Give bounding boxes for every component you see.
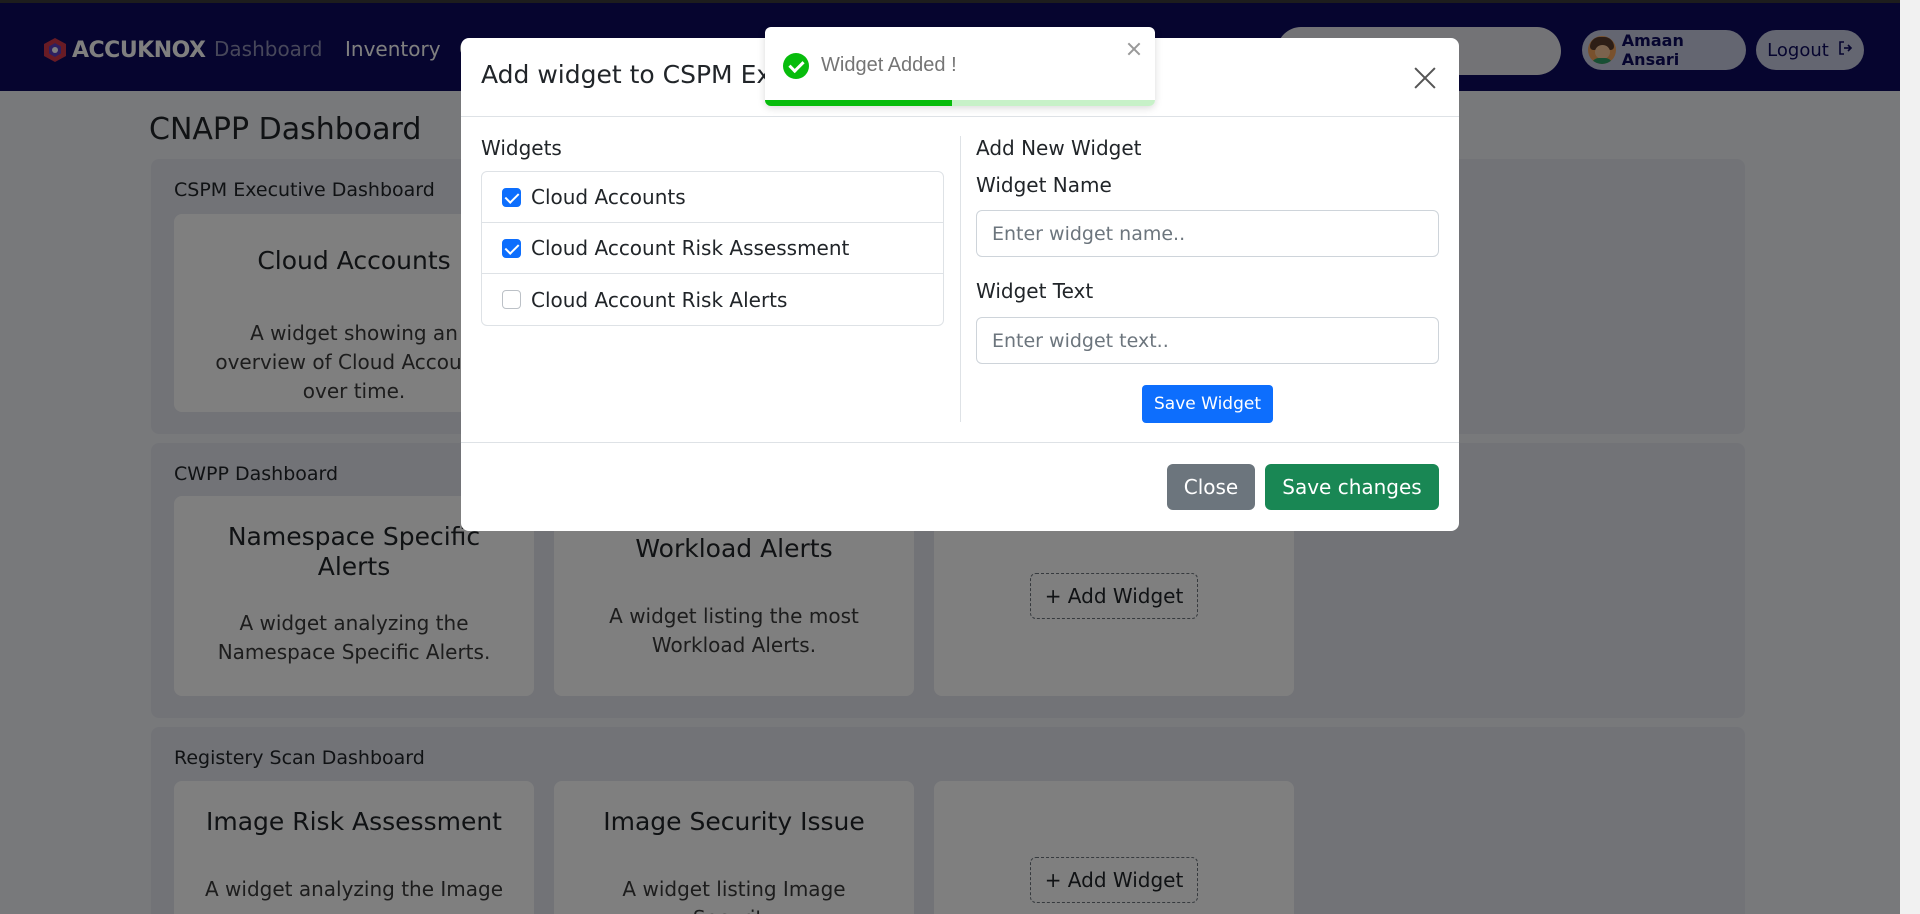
widget-checkbox-label: Cloud Account Risk Alerts xyxy=(531,287,788,312)
toast-close-icon[interactable] xyxy=(1126,41,1142,57)
widget-checkbox-label: Cloud Account Risk Assessment xyxy=(531,236,850,260)
toast-progress-bar xyxy=(765,100,953,106)
checkbox-checked-icon[interactable] xyxy=(502,187,521,207)
modal-footer: Close Save changes xyxy=(461,442,1459,531)
toast-progress-track xyxy=(765,100,1155,106)
toast-notification: Widget Added ! xyxy=(765,27,1155,106)
save-changes-button[interactable]: Save changes xyxy=(1265,464,1439,510)
checkbox-checked-icon[interactable] xyxy=(502,238,521,258)
save-widget-button[interactable]: Save Widget xyxy=(1142,385,1273,423)
page-scrollbar[interactable] xyxy=(1900,0,1920,914)
success-check-icon xyxy=(783,53,809,79)
widget-text-input[interactable] xyxy=(976,317,1439,364)
widget-checkbox-label: Cloud Accounts xyxy=(531,185,686,209)
column-divider xyxy=(960,136,961,422)
widgets-label: Widgets xyxy=(481,136,562,160)
close-button[interactable]: Close xyxy=(1167,464,1255,510)
widget-name-label: Widget Name xyxy=(976,173,1112,197)
widget-checkbox-item[interactable]: Cloud Accounts xyxy=(482,172,943,223)
add-widget-modal: Add widget to CSPM Executive Dashboard W… xyxy=(461,38,1459,531)
toast-message: Widget Added ! xyxy=(821,54,957,76)
widget-checklist: Cloud Accounts Cloud Account Risk Assess… xyxy=(481,171,944,326)
widget-name-input[interactable] xyxy=(976,210,1439,257)
widget-text-label: Widget Text xyxy=(976,279,1094,303)
widget-checkbox-item[interactable]: Cloud Account Risk Alerts xyxy=(482,274,943,325)
checkbox-unchecked-icon[interactable] xyxy=(502,290,521,309)
modal-close-icon[interactable] xyxy=(1411,64,1439,92)
add-new-widget-heading: Add New Widget xyxy=(976,136,1142,160)
widget-checkbox-item[interactable]: Cloud Account Risk Assessment xyxy=(482,223,943,274)
